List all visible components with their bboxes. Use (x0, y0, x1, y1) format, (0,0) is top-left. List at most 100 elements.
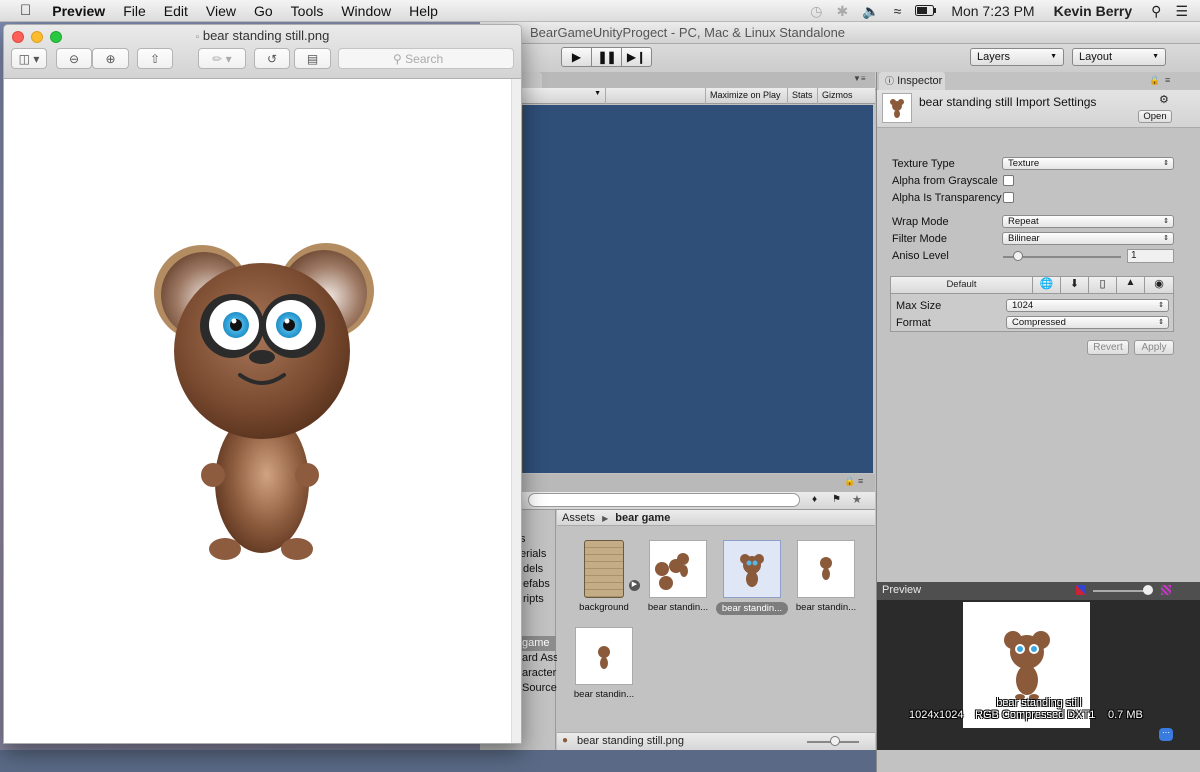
standalone-platform-icon[interactable]: ⬇ (1061, 277, 1089, 293)
asset-tile-bear-sheet[interactable]: bear standin... (642, 540, 714, 613)
step-button[interactable]: ▶❙ (621, 47, 652, 67)
selected-asset-path: bear standing still.png (577, 735, 685, 747)
web-platform-icon[interactable]: 🌐 (1033, 277, 1061, 293)
texture-type-dropdown[interactable]: Texture ⇕ (1002, 157, 1174, 170)
apple-menu-icon[interactable]:  (0, 2, 43, 19)
step-icon: ▶❙ (626, 50, 647, 64)
open-button[interactable]: Open (1138, 110, 1172, 123)
markup-button[interactable]: ✏ ▾ (198, 48, 246, 69)
mip-slider-handle[interactable] (1143, 585, 1153, 595)
menu-edit[interactable]: Edit (155, 3, 197, 19)
menu-user[interactable]: Kevin Berry (1042, 3, 1140, 19)
format-value: Compressed (1012, 317, 1066, 328)
rotate-button[interactable]: ↺ (254, 48, 290, 69)
lock-icon[interactable]: 🔒 (1149, 75, 1160, 86)
preview-title-text: bear standing still.png (202, 28, 330, 43)
stats-toggle[interactable]: Stats (787, 88, 817, 104)
play-button[interactable]: ▶ (561, 47, 592, 67)
project-search-row: ♦ ⚑ ★ (480, 492, 875, 510)
png-file-icon: ▫ (195, 32, 200, 43)
blackberry-platform-icon[interactable]: ◉ (1145, 277, 1173, 293)
filter-mode-dropdown[interactable]: Bilinear ⇕ (1002, 232, 1174, 245)
chevron-down-icon: ▼ (1152, 53, 1159, 60)
spotlight-icon[interactable]: ⚲ (1139, 3, 1168, 20)
collab-status-icon[interactable]: ⋯ (1159, 728, 1173, 741)
filter-by-label-icon[interactable]: ⚑ (832, 494, 841, 505)
menu-view[interactable]: View (197, 3, 245, 19)
asset-tile-background[interactable]: background (568, 540, 640, 613)
image-canvas[interactable] (4, 79, 521, 743)
pause-button[interactable]: ❚❚ (591, 47, 622, 67)
preview-size: 0.7 MB (1108, 709, 1143, 721)
asset-label: background (579, 602, 629, 613)
slider-handle[interactable] (830, 736, 840, 746)
favorite-star-icon[interactable]: ★ (852, 493, 862, 506)
max-size-dropdown[interactable]: 1024 ⇕ (1006, 299, 1169, 312)
alpha-is-transparency-checkbox[interactable] (1003, 192, 1014, 203)
notification-center-icon[interactable]: ☰ (1168, 3, 1200, 20)
aniso-slider-handle[interactable] (1013, 251, 1023, 261)
rgb-channel-icon[interactable] (1076, 585, 1086, 595)
revert-button[interactable]: Revert (1087, 340, 1129, 355)
wifi-icon[interactable]: ≈ (887, 3, 909, 19)
panel-menu-icon[interactable]: ≡ (858, 476, 863, 486)
alpha-channel-icon[interactable] (1161, 585, 1171, 595)
asset-tile-bear-standing-still[interactable]: bear standin... (716, 540, 788, 615)
info-icon: ⓘ (885, 76, 895, 86)
asset-label: bear standin... (716, 602, 788, 615)
game-view-canvas[interactable] (522, 105, 873, 473)
share-icon: ⇧ (149, 51, 161, 66)
menu-help[interactable]: Help (400, 3, 447, 19)
layout-dropdown[interactable]: Layout ▼ (1072, 48, 1166, 66)
alpha-from-grayscale-checkbox[interactable] (1003, 175, 1014, 186)
chevron-down-icon: ▼ (594, 90, 601, 97)
preview-title: ▫ bear standing still.png (4, 28, 521, 43)
menu-tools[interactable]: Tools (282, 3, 333, 19)
breadcrumb-assets[interactable]: Assets (562, 512, 595, 524)
layers-dropdown[interactable]: Layers ▼ (970, 48, 1064, 66)
share-button[interactable]: ⇧ (137, 48, 173, 69)
chevron-right-icon: ▶ (602, 514, 609, 523)
preview-search-input[interactable]: ⚲ Search (338, 48, 514, 69)
bluetooth-icon[interactable]: ✱ (829, 3, 855, 20)
menu-file[interactable]: File (114, 3, 155, 19)
settings-gear-icon[interactable]: ⚙ (1159, 93, 1169, 106)
zoom-in-button[interactable]: ⊕ (92, 48, 129, 69)
asset-tile-bear-variant[interactable]: bear standin... (568, 627, 640, 700)
format-dropdown[interactable]: Compressed ⇕ (1006, 316, 1169, 329)
inspector-panel: ⓘ Inspector 🔒 ≡ bear standing still Impo… (876, 72, 1200, 772)
menu-window[interactable]: Window (332, 3, 400, 19)
menu-clock[interactable]: Mon 7:23 PM (944, 3, 1041, 19)
chevron-updown-icon: ⇕ (1163, 160, 1169, 167)
gizmos-dropdown[interactable]: Gizmos (817, 88, 875, 104)
project-search-input[interactable] (528, 493, 800, 507)
game-bar-spacer (605, 88, 705, 104)
menu-go[interactable]: Go (245, 3, 282, 19)
apply-button[interactable]: Apply (1134, 340, 1174, 355)
aspect-dropdown[interactable]: ▼ (522, 88, 605, 104)
expand-sprite-icon[interactable]: ▶ (629, 580, 640, 591)
tab-platform-default[interactable]: Default (891, 277, 1033, 293)
ios-platform-icon[interactable]: ▯ (1089, 277, 1117, 293)
lock-icon[interactable]: 🔒 (844, 476, 855, 487)
asset-tile-bear-variant[interactable]: bear standin... (790, 540, 862, 613)
breadcrumb-bear-game[interactable]: bear game (615, 512, 670, 524)
vertical-scrollbar[interactable] (511, 79, 521, 743)
wrap-mode-dropdown[interactable]: Repeat ⇕ (1002, 215, 1174, 228)
pen-icon: ✏ ▾ (212, 51, 232, 66)
panel-menu-icon[interactable]: ≡ (1165, 75, 1170, 85)
android-platform-icon[interactable]: ▲ (1117, 277, 1145, 293)
maximize-on-play-toggle[interactable]: Maximize on Play (705, 88, 787, 104)
filter-by-type-icon[interactable]: ♦ (812, 494, 817, 505)
volume-icon[interactable]: 🔈 (855, 3, 886, 20)
panel-menu-icon[interactable]: ▼≡ (853, 74, 866, 83)
tab-inspector[interactable]: ⓘ Inspector (879, 72, 945, 90)
zoom-out-button[interactable]: ⊖ (56, 48, 92, 69)
toolbox-button[interactable]: ▤ (294, 48, 331, 69)
battery-icon[interactable] (908, 3, 944, 19)
aniso-level-field[interactable]: 1 (1127, 249, 1174, 263)
menu-app-preview[interactable]: Preview (43, 3, 114, 19)
time-machine-icon[interactable]: ◷ (803, 3, 829, 20)
search-placeholder: Search (405, 52, 444, 66)
sidebar-toggle-button[interactable]: ◫ ▾ (11, 48, 47, 69)
